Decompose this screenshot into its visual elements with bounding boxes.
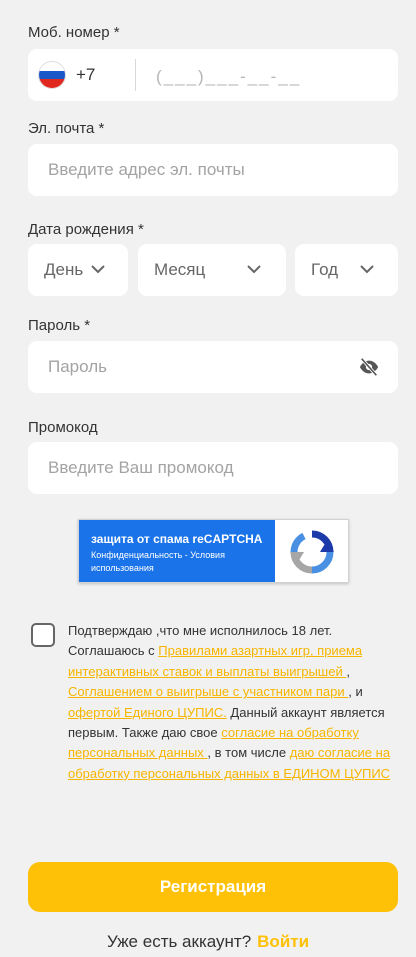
phone-field: +7 (___)___-__-__	[28, 49, 398, 101]
recaptcha-info: защита от спама reCAPTCHA Конфиденциальн…	[79, 520, 275, 582]
day-select-label: День	[44, 260, 84, 279]
recaptcha-logo-icon	[290, 530, 334, 574]
password-placeholder: Пароль	[48, 357, 107, 376]
birthdate-label: Дата рождения *	[28, 221, 144, 238]
chevron-down-icon	[360, 265, 374, 274]
phone-divider	[135, 59, 136, 91]
day-select[interactable]: День	[28, 244, 128, 296]
promo-input[interactable]: Введите Ваш промокод	[28, 442, 398, 494]
email-placeholder: Введите адрес эл. почты	[48, 160, 245, 179]
phone-input[interactable]: (___)___-__-__	[156, 49, 301, 105]
login-prompt: Уже есть аккаунт? Войти	[0, 932, 416, 952]
consent-text: Подтверждаю ,что мне исполнилось 18 лет.…	[68, 621, 400, 784]
chevron-down-icon	[91, 265, 105, 274]
email-label: Эл. почта *	[28, 120, 105, 137]
consent-text-part: , в том числе	[207, 745, 290, 761]
russia-flag-icon[interactable]	[38, 61, 66, 89]
consent-text-part: ,	[346, 663, 350, 679]
phone-label: Моб. номер *	[28, 24, 120, 41]
consent-checkbox[interactable]	[31, 623, 55, 647]
register-button[interactable]: Регистрация	[28, 862, 398, 912]
recaptcha-badge[interactable]: защита от спама reCAPTCHA Конфиденциальн…	[78, 519, 349, 583]
eye-off-icon[interactable]	[358, 356, 380, 378]
chevron-down-icon	[247, 265, 261, 274]
year-select-label: Год	[311, 260, 339, 279]
month-select-label: Месяц	[154, 260, 206, 279]
year-select[interactable]: Год	[295, 244, 398, 296]
bet-agreement-link[interactable]: Соглашением о выигрыше с участником пари	[68, 684, 348, 699]
password-input[interactable]: Пароль	[28, 341, 398, 393]
recaptcha-title: защита от спама reCAPTCHA	[91, 532, 263, 546]
login-link[interactable]: Войти	[257, 932, 309, 951]
have-account-text: Уже есть аккаунт?	[106, 932, 252, 951]
email-input[interactable]: Введите адрес эл. почты	[28, 144, 398, 196]
consent-text-part: , и	[348, 684, 363, 700]
promo-label: Промокод	[28, 419, 98, 436]
promo-placeholder: Введите Ваш промокод	[48, 458, 234, 477]
cupis-offer-link[interactable]: офертой Единого ЦУПИС.	[68, 705, 227, 720]
password-label: Пароль *	[28, 317, 91, 334]
recaptcha-links[interactable]: Конфиденциальность - Условия использован…	[91, 549, 265, 575]
month-select[interactable]: Месяц	[138, 244, 286, 296]
country-code[interactable]: +7	[76, 49, 95, 101]
